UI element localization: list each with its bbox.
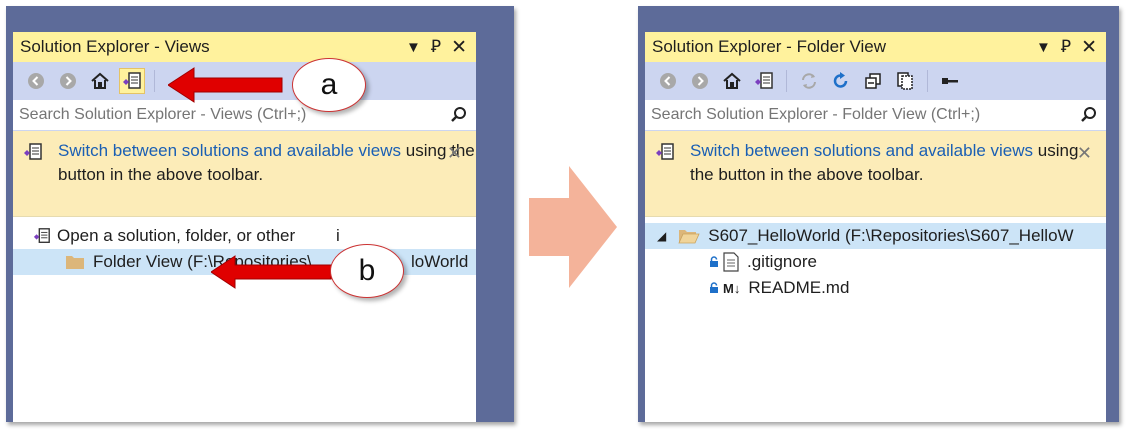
switch-views-button[interactable]: [119, 68, 145, 94]
switch-views-button[interactable]: [751, 68, 777, 94]
folder-open-icon: [678, 230, 700, 244]
transition-arrow: [529, 166, 617, 288]
refresh-icon: [833, 72, 848, 88]
search-input[interactable]: [651, 106, 1071, 124]
forward-button[interactable]: [55, 68, 81, 94]
back-icon: [28, 73, 44, 89]
toolbar-separator: [927, 70, 928, 92]
lock-icon: [710, 256, 718, 267]
sync-icon: [802, 73, 816, 89]
back-button[interactable]: [655, 68, 681, 94]
switch-views-icon: [33, 228, 50, 243]
tree-row-open-solution[interactable]: Open a solution, folder, or other i: [13, 223, 476, 249]
close-icon[interactable]: ✕: [451, 36, 467, 59]
red-arrow-b: [211, 255, 332, 289]
collapse-all-button[interactable]: [860, 68, 886, 94]
switch-views-icon: [656, 143, 674, 160]
panel-title: Solution Explorer - Views: [20, 37, 210, 56]
markdown-icon: M↓: [723, 280, 741, 296]
dropdown-icon[interactable]: ▼: [406, 39, 421, 56]
info-close-icon[interactable]: ✕: [447, 141, 462, 165]
right-window-frame: Solution Explorer - Folder View ▼ Ꝑ ✕ Se…: [638, 6, 1119, 422]
forward-button[interactable]: [687, 68, 713, 94]
refresh-button[interactable]: [828, 68, 854, 94]
tree-label: S607_HelloWorld (F:\Repositories\S607_He…: [708, 226, 1074, 245]
folder-icon: [66, 256, 84, 269]
titlebar: Solution Explorer - Folder View ▼ Ꝑ ✕: [645, 32, 1106, 62]
callout-b: b: [330, 244, 404, 298]
info-close-icon[interactable]: ✕: [1077, 141, 1092, 165]
show-all-files-button[interactable]: [892, 68, 918, 94]
search-box[interactable]: [13, 100, 476, 131]
callout-a: a: [292, 58, 366, 112]
search-box[interactable]: [645, 100, 1106, 131]
tree-label-tail: i: [336, 226, 340, 245]
info-link[interactable]: Switch between solutions and available v…: [690, 141, 1033, 160]
forward-icon: [692, 73, 708, 89]
toolbar-separator: [786, 70, 787, 92]
info-bar: Switch between solutions and available v…: [13, 131, 476, 217]
toolbar-separator: [154, 70, 155, 92]
search-icon[interactable]: [1080, 106, 1098, 124]
toolbar: [645, 62, 1106, 100]
dropdown-icon[interactable]: ▼: [1036, 39, 1051, 56]
back-button[interactable]: [23, 68, 49, 94]
home-icon: [723, 72, 741, 89]
pin-icon[interactable]: Ꝑ: [431, 37, 441, 57]
info-link[interactable]: Switch between solutions and available v…: [58, 141, 401, 160]
search-icon[interactable]: [450, 106, 468, 124]
expand-arrow-icon[interactable]: ◢: [657, 229, 666, 243]
home-button[interactable]: [87, 68, 113, 94]
properties-button[interactable]: [937, 68, 963, 94]
switch-views-icon: [24, 143, 42, 160]
back-icon: [660, 73, 676, 89]
pin-icon[interactable]: Ꝑ: [1061, 37, 1071, 57]
info-bar: Switch between solutions and available v…: [645, 131, 1106, 217]
panel-title: Solution Explorer - Folder View: [652, 37, 887, 56]
tree-label-tail: loWorld: [411, 252, 469, 271]
properties-icon: [942, 78, 958, 84]
switch-views-icon: [755, 72, 773, 89]
folder-tree: ◢ S607_HelloWorld (F:\Repositories\S607_…: [645, 217, 1106, 301]
tree-label: .gitignore: [747, 252, 817, 271]
tree-row-file[interactable]: .gitignore: [645, 249, 1106, 275]
collapse-all-icon: [865, 73, 881, 89]
tree-label: Open a solution, folder, or other: [57, 226, 296, 245]
lock-icon: [710, 282, 718, 293]
red-arrow-a: [168, 67, 283, 103]
titlebar: Solution Explorer - Views ▼ Ꝑ ✕: [13, 32, 476, 62]
tree-label: README.md: [748, 278, 850, 297]
show-all-files-icon: [897, 72, 913, 90]
switch-views-icon: [123, 72, 141, 89]
tree-row-file[interactable]: M↓ README.md: [645, 275, 1106, 301]
home-button[interactable]: [719, 68, 745, 94]
tree-row-root-folder[interactable]: ◢ S607_HelloWorld (F:\Repositories\S607_…: [645, 223, 1106, 249]
file-icon: [723, 252, 739, 272]
home-icon: [91, 72, 109, 89]
close-icon[interactable]: ✕: [1081, 36, 1097, 59]
search-input[interactable]: [19, 106, 439, 124]
sync-button[interactable]: [796, 68, 822, 94]
solution-explorer-folder-view-panel: Solution Explorer - Folder View ▼ Ꝑ ✕ Se…: [645, 32, 1106, 422]
forward-icon: [60, 73, 76, 89]
